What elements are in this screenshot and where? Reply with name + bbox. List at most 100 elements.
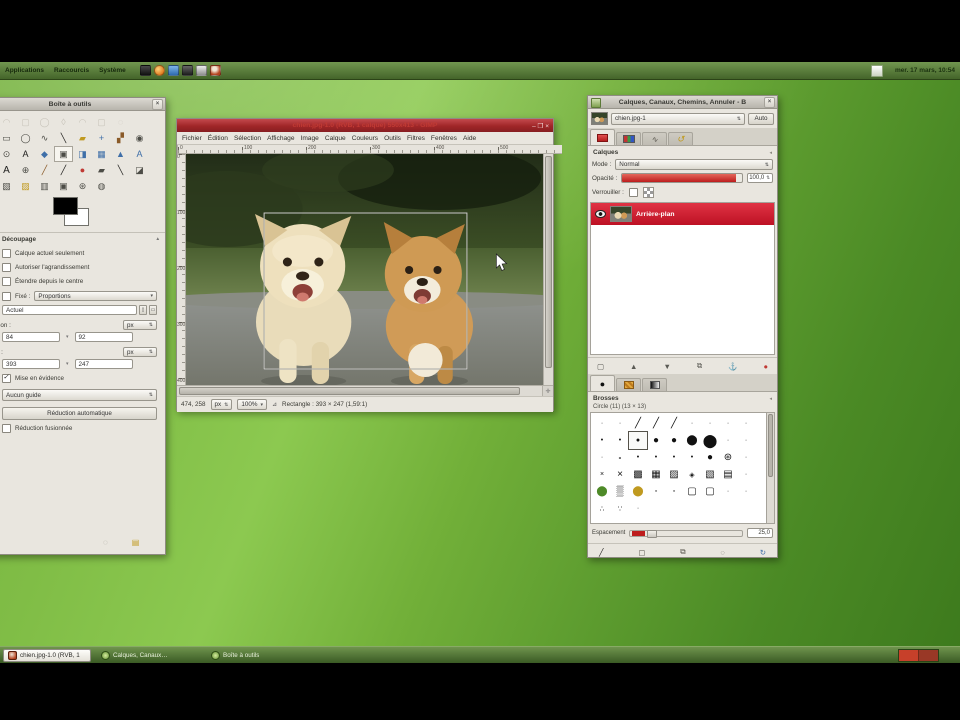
lock-checkbox[interactable]: [628, 188, 638, 197]
brush-thumbnail[interactable]: ·: [701, 415, 719, 432]
workspace-active[interactable]: [899, 649, 919, 661]
brush-thumbnail[interactable]: •: [593, 432, 611, 449]
close-icon[interactable]: ×: [764, 97, 775, 108]
link-icon[interactable]: ▾: [66, 334, 69, 340]
tool-icon[interactable]: ▣: [54, 178, 73, 194]
vertical-ruler[interactable]: 0 100 200 300 400: [177, 154, 186, 385]
tool-icon[interactable]: +: [92, 130, 111, 146]
window-buttons[interactable]: – ❐ ×: [532, 119, 549, 132]
brush-thumbnail[interactable]: ∘: [611, 449, 629, 466]
tab-patterns[interactable]: [616, 378, 641, 391]
brush-thumbnail[interactable]: ▒: [611, 483, 629, 500]
brush-action-icon[interactable]: ↻: [760, 548, 766, 557]
brush-thumbnail[interactable]: ●: [665, 432, 683, 449]
brush-thumbnail[interactable]: ●: [647, 432, 665, 449]
tab-menu-icon[interactable]: ◂: [769, 150, 772, 156]
menu-selection[interactable]: Sélection: [234, 135, 261, 142]
brush-action-icon[interactable]: ╱: [599, 548, 604, 557]
layer-action-icon[interactable]: ●: [763, 362, 768, 371]
brush-thumbnail[interactable]: •: [665, 449, 683, 466]
checkbox-icon[interactable]: [2, 291, 11, 301]
landscape-icon[interactable]: ▭: [149, 305, 157, 315]
tool-icon[interactable]: ◌: [111, 114, 130, 130]
layer-name[interactable]: Arrière-plan: [636, 211, 675, 218]
brush-action-icon[interactable]: ⧉: [680, 547, 685, 557]
clock[interactable]: mer. 17 mars, 10:54: [895, 67, 955, 74]
tab-paths[interactable]: ∿: [642, 132, 667, 145]
unit-dropdown[interactable]: px ⇅: [210, 399, 233, 410]
brush-thumbnail[interactable]: ·: [719, 432, 737, 449]
brush-thumbnail[interactable]: ▢: [683, 483, 701, 500]
menu-affichage[interactable]: Affichage: [267, 135, 294, 142]
brush-thumbnail[interactable]: ×: [611, 466, 629, 483]
tool-icon[interactable]: ⊛: [73, 178, 92, 194]
tool-icon[interactable]: ▥: [35, 178, 54, 194]
aspect-input[interactable]: Actuel: [2, 305, 137, 315]
layers-titlebar[interactable]: Calques, Canaux, Chemins, Annuler - B ×: [588, 96, 777, 109]
tool-icon[interactable]: ◠: [0, 114, 16, 130]
layer-row-background[interactable]: Arrière-plan: [591, 203, 774, 225]
menu-edition[interactable]: Édition: [208, 135, 228, 142]
lock-alpha-icon[interactable]: [642, 187, 654, 198]
tool-icon[interactable]: ◯: [16, 130, 35, 146]
brush-thumbnail[interactable]: ▫: [647, 483, 665, 500]
tool-icon[interactable]: ▦: [92, 146, 111, 162]
brush-grid[interactable]: · · ╱ ╱ ╱ · · · · • • ● ● ● ⬤ ⬤ · · · ∘ • • • • ● ⊛ · × × ▩ ▦ ▨ ◈ ▧ ▤ · ⬤ ▒ ⬤ ▫…: [590, 412, 767, 524]
opacity-spinner[interactable]: 100,0 ⇅: [747, 173, 773, 183]
tool-icon[interactable]: ◉: [130, 130, 149, 146]
option-shrink-merged[interactable]: Réduction fusionnée: [0, 421, 165, 435]
options-save-icon[interactable]: ▤: [132, 538, 140, 547]
vertical-scrollbar[interactable]: [543, 154, 553, 385]
brush-thumbnail[interactable]: ▧: [701, 466, 719, 483]
tool-icon[interactable]: ◪: [130, 162, 149, 178]
tool-icon[interactable]: ╱: [54, 162, 73, 178]
screenshot-launcher-icon[interactable]: [181, 65, 193, 76]
zoom-dropdown[interactable]: 100% ▾: [237, 399, 267, 410]
menu-aide[interactable]: Aide: [463, 135, 476, 142]
option-current-layer-only[interactable]: Calque actuel seulement: [0, 246, 165, 260]
layer-action-icon[interactable]: ▢: [597, 362, 604, 371]
brush-thumbnail[interactable]: ·: [683, 415, 701, 432]
brush-thumbnail[interactable]: ·: [593, 415, 611, 432]
brush-thumbnail[interactable]: ⬤: [593, 483, 611, 500]
tab-gradients[interactable]: [642, 378, 667, 391]
brush-thumbnail[interactable]: ·: [737, 449, 755, 466]
checkbox-icon[interactable]: [2, 248, 11, 258]
brush-thumbnail[interactable]: ⬤: [701, 432, 719, 449]
brush-thumbnail[interactable]: •: [611, 432, 629, 449]
visibility-eye-icon[interactable]: [594, 208, 606, 220]
panel-menu-systeme[interactable]: Système: [99, 67, 126, 74]
option-expand-from-center[interactable]: Étendre depuis le centre: [0, 274, 165, 288]
position-y-input[interactable]: 92: [74, 332, 133, 342]
brush-thumbnail[interactable]: ▢: [701, 483, 719, 500]
firefox-launcher-icon[interactable]: [153, 65, 165, 76]
spacing-spinner[interactable]: 25,0: [747, 528, 773, 538]
tool-icon[interactable]: ◨: [73, 146, 92, 162]
brush-thumbnail[interactable]: ▫: [665, 483, 683, 500]
brush-thumbnail[interactable]: ∴: [593, 500, 611, 517]
tool-icon[interactable]: ▞: [111, 130, 130, 146]
brush-thumbnail[interactable]: ∵: [611, 500, 629, 517]
layer-action-icon[interactable]: ▼: [663, 362, 670, 371]
image-selector-dropdown[interactable]: chien.jpg-1 ⇅: [611, 112, 745, 125]
panel-menu-applications[interactable]: Applications: [5, 67, 44, 74]
tab-brushes[interactable]: ●: [590, 375, 615, 391]
options-reset-icon[interactable]: ◌: [103, 538, 108, 547]
tool-icon[interactable]: ◠: [73, 114, 92, 130]
scrollbar-thumb[interactable]: [179, 387, 521, 395]
taskbar-item-toolbox[interactable]: Boîte à outils: [207, 649, 273, 662]
brush-thumbnail[interactable]: ·: [737, 415, 755, 432]
taskbar-item-layers[interactable]: Calques, Canaux, Che: [97, 649, 173, 662]
brush-thumbnail[interactable]: •: [629, 449, 647, 466]
terminal-launcher-icon[interactable]: [139, 65, 151, 76]
scrollbar-thumb[interactable]: [768, 414, 773, 477]
brush-thumbnail[interactable]: ·: [719, 415, 737, 432]
tool-icon[interactable]: ╲: [54, 130, 73, 146]
auto-button[interactable]: Auto: [748, 112, 774, 125]
brush-thumbnail[interactable]: ▦: [647, 466, 665, 483]
scrollbar-thumb[interactable]: [545, 156, 552, 369]
tool-icon[interactable]: ▲: [111, 146, 130, 162]
tool-icon[interactable]: [130, 178, 149, 194]
layer-action-icon[interactable]: ⧉: [697, 361, 702, 371]
brush-thumbnail[interactable]: ·: [719, 483, 737, 500]
